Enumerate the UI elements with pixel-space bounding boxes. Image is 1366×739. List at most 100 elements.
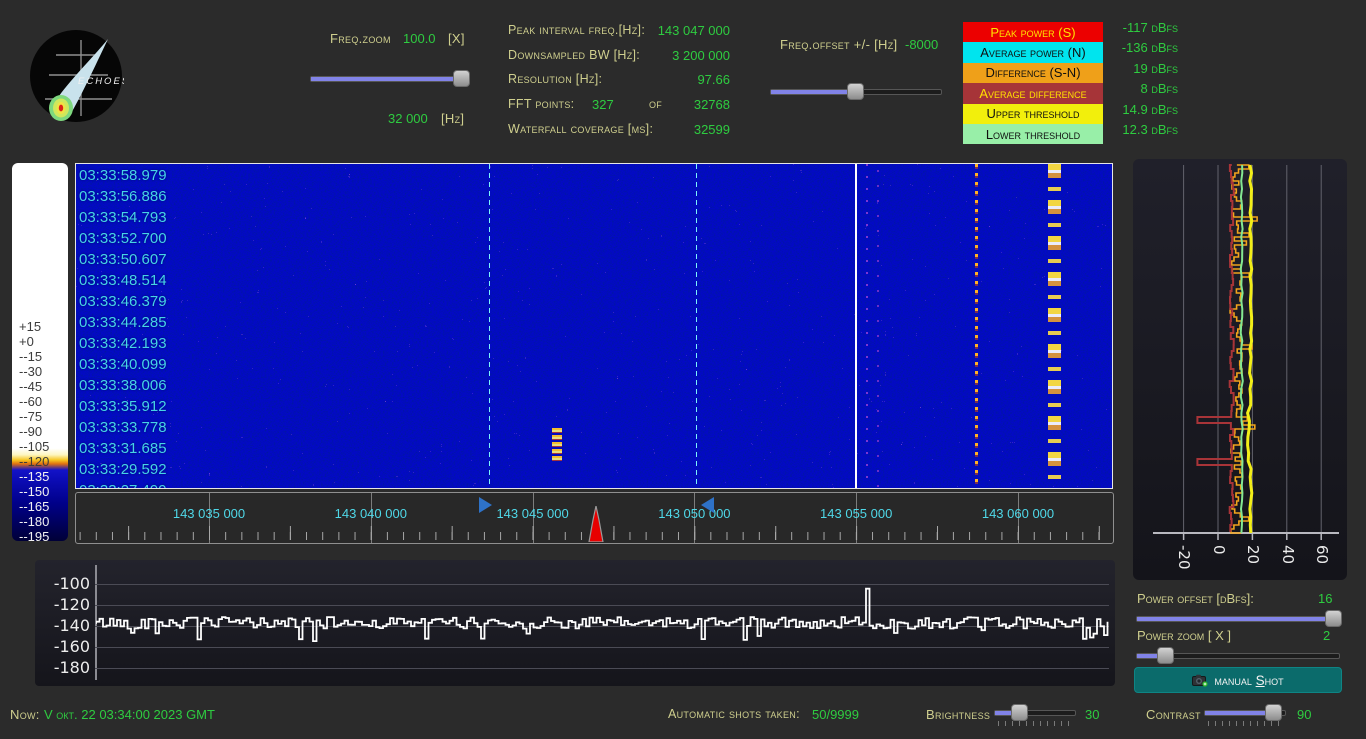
stat-resolution: Resolution [Hz]: 97.66 — [508, 72, 730, 88]
legend-difference[interactable]: Difference (S-N) — [963, 63, 1103, 83]
now-label: Now: — [10, 707, 40, 722]
legend-peak-power[interactable]: Peak power (S) — [963, 22, 1103, 42]
freq-tick-label: 143 060 000 — [958, 506, 1078, 521]
scale-label: +0 — [19, 334, 65, 349]
manual-shot-button[interactable]: manual Shot — [1134, 667, 1342, 693]
contrast-ticks — [1208, 721, 1284, 726]
brightness-label: Brightness — [926, 707, 990, 722]
freq-offset-value: -8000 — [905, 37, 938, 52]
side-x-tick: 40 — [1279, 545, 1297, 564]
freq-zoom-slider[interactable] — [310, 70, 468, 86]
brightness-slider-thumb[interactable] — [1011, 704, 1028, 721]
stat-peak-interval-freq: Peak interval freq.[Hz]: 143 047 000 — [508, 23, 730, 39]
legend-average-power[interactable]: Average power (N) — [963, 42, 1103, 62]
reading-difference: 19 dBfs — [1100, 61, 1178, 81]
interval-marker-left-dashed-line — [489, 164, 490, 488]
contrast-value: 90 — [1297, 707, 1311, 722]
brightness-slider[interactable] — [994, 704, 1076, 720]
scale-label: --75 — [19, 409, 65, 424]
power-zoom-slider-thumb[interactable] — [1157, 647, 1174, 664]
scale-label: --15 — [19, 349, 65, 364]
stat-downsampled-bw: Downsampled BW [Hz]: 3 200 000 — [508, 48, 730, 64]
interval-shuttle-right-icon[interactable] — [479, 497, 492, 513]
scale-label: --30 — [19, 364, 65, 379]
spectrum-y-tick: -140 — [35, 618, 90, 634]
freq-tick-label: 143 050 000 — [634, 506, 754, 521]
reading-peak-power: -117 dBfs — [1100, 20, 1178, 40]
meteor-echo-blob — [552, 428, 562, 463]
waterfall-timestamp: 03:33:27.499 — [79, 481, 167, 489]
waterfall-timestamp: 03:33:29.592 — [79, 460, 167, 481]
power-offset-slider[interactable] — [1136, 610, 1340, 626]
freq-tick-label: 143 040 000 — [311, 506, 431, 521]
legend-upper-threshold[interactable]: Upper threshold — [963, 104, 1103, 124]
waterfall-timestamp: 03:33:35.912 — [79, 397, 167, 418]
interval-shuttle-left-icon[interactable] — [701, 497, 714, 513]
freq-zoom-slider-track[interactable] — [310, 76, 468, 82]
legend-readings: -117 dBfs -136 dBfs 19 dBfs 8 dBfs 14.9 … — [1100, 20, 1178, 142]
waterfall-timestamp: 03:33:58.979 — [79, 166, 167, 187]
waterfall-timestamp: 03:33:54.793 — [79, 208, 167, 229]
scale-label: --90 — [19, 424, 65, 439]
now-datetime: V окт. 22 03:34:00 2023 GMT — [44, 707, 215, 722]
waterfall-timestamp: 03:33:56.886 — [79, 187, 167, 208]
power-zoom-value: 2 — [1323, 628, 1330, 643]
power-offset-label: Power offset [dBfs]: — [1137, 591, 1254, 606]
waterfall-timestamp: 03:33:52.700 — [79, 229, 167, 250]
power-offset-slider-thumb[interactable] — [1325, 610, 1342, 627]
contrast-slider[interactable] — [1204, 704, 1286, 720]
freq-offset-slider[interactable] — [770, 83, 942, 99]
carrier-white-line — [855, 164, 857, 488]
contrast-slider-thumb[interactable] — [1265, 704, 1282, 721]
scale-label: --180 — [19, 514, 65, 529]
legend-lower-threshold[interactable]: Lower threshold — [963, 124, 1103, 144]
power-offset-slider-track[interactable] — [1136, 616, 1340, 622]
scale-label: --60 — [19, 394, 65, 409]
weak-signal-speckle-column — [877, 164, 879, 488]
freq-offset-slider-thumb[interactable] — [847, 83, 864, 100]
waterfall-timestamp: 03:33:46.379 — [79, 292, 167, 313]
waterfall-timestamp: 03:33:40.099 — [79, 355, 167, 376]
power-zoom-slider[interactable] — [1136, 647, 1340, 663]
freq-tick-label: 143 035 000 — [149, 506, 269, 521]
power-zoom-label: Power zoom [ X ] — [1137, 628, 1231, 643]
spectrum-y-tick: -180 — [35, 660, 90, 676]
reading-average-difference: 8 dBfs — [1100, 81, 1178, 101]
power-offset-value: 16 — [1318, 591, 1332, 606]
waterfall-noise — [76, 164, 1112, 488]
auto-shots-value: 50/9999 — [812, 707, 859, 722]
scale-label: --165 — [19, 499, 65, 514]
plot-legend: Peak power (S) Average power (N) Differe… — [963, 22, 1103, 144]
auto-shots-label: Automatic shots taken: — [668, 707, 800, 721]
reading-upper-threshold: 14.9 dBfs — [1100, 102, 1178, 122]
reading-lower-threshold: 12.3 dBfs — [1100, 122, 1178, 142]
dotted-interference-line — [975, 164, 978, 488]
freq-zoom-value: 100.0 — [403, 31, 436, 46]
waterfall-timestamp: 03:33:33.778 — [79, 418, 167, 439]
freq-zoom-slider-thumb[interactable] — [453, 70, 470, 87]
brightness-value: 30 — [1085, 707, 1099, 722]
contrast-label: Contrast — [1146, 707, 1201, 722]
peak-frequency-marker — [586, 506, 606, 542]
echoes-logo: ECHOES — [28, 28, 124, 124]
waterfall-timestamp: 03:33:48.514 — [79, 271, 167, 292]
brightness-slider-track[interactable] — [994, 710, 1076, 716]
freq-span-value: 32 000 — [388, 111, 428, 126]
scale-label: --105 — [19, 439, 65, 454]
waterfall-timestamp: 03:33:42.193 — [79, 334, 167, 355]
legend-average-difference[interactable]: Average difference — [963, 83, 1103, 103]
freq-tick-label: 143 055 000 — [796, 506, 916, 521]
waterfall-timestamp: 03:33:31.685 — [79, 439, 167, 460]
brightness-ticks — [998, 721, 1074, 726]
scale-label: +15 — [19, 319, 65, 334]
freq-zoom-unit: [X] — [448, 31, 465, 46]
frequency-ruler[interactable]: 143 035 000 143 040 000 143 045 000 143 … — [75, 492, 1114, 544]
freq-zoom-label: Freq.zoom — [330, 31, 391, 46]
freq-span-unit: [Hz] — [441, 111, 464, 126]
scale-label: --195 — [19, 529, 65, 544]
camera-icon — [1192, 674, 1208, 687]
strong-interference-column — [1048, 164, 1061, 488]
freq-offset-label: Freq.offset +/- [Hz] — [780, 37, 897, 52]
waterfall-display[interactable]: 03:33:58.979 03:33:56.886 03:33:54.793 0… — [75, 163, 1113, 489]
scale-label: --120 — [19, 454, 65, 469]
